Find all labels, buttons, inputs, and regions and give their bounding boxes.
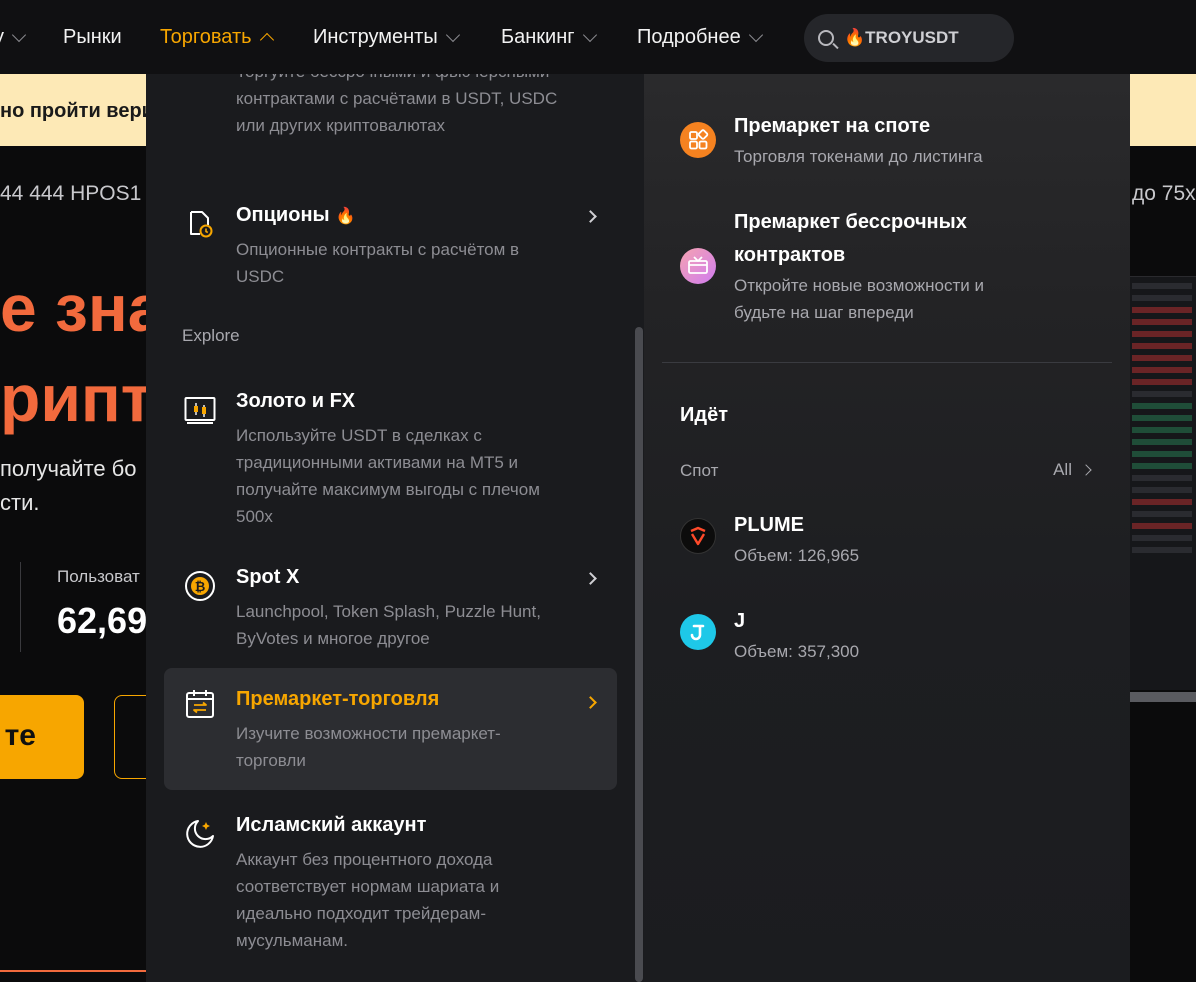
banner-text: но пройти вери	[0, 100, 154, 122]
plume-logo-icon	[680, 518, 716, 554]
gift-ticket-icon	[680, 248, 716, 284]
cta-primary-button[interactable]: те	[0, 695, 84, 779]
trade-dropdown-menu: Торгуйте бессрочными и фьючерсными контр…	[146, 0, 1130, 982]
menu-item-desc: Используйте USDT в сделках с традиционны…	[236, 426, 540, 526]
divider	[20, 562, 21, 652]
coin-name: PLUME	[734, 514, 804, 536]
coin-volume: Объем: 357,300	[734, 642, 860, 661]
menu-item-desc: Изучите возможности премаркет-торговли	[236, 724, 501, 770]
users-stat-label: Пользоват	[57, 567, 140, 586]
cta-label: те	[4, 719, 36, 752]
menu-item-title: Золото и FX	[236, 390, 356, 412]
all-link[interactable]: All	[1053, 460, 1092, 480]
nav-item-cut[interactable]: у	[0, 26, 27, 49]
crescent-moon-icon	[184, 818, 216, 850]
perp-premarket-desc-line2: будьте на шаг впереди	[734, 303, 914, 322]
menu-item-desc: Опционные контракты с расчётом в USDC	[236, 240, 520, 286]
menu-item-spot-x[interactable]: ₿ Spot X Launchpool, Token Splash, Puzzl…	[164, 552, 617, 662]
hero-subtitle-line1: получайте бо	[0, 456, 137, 481]
menu-item-title: Премаркет-торговля	[236, 688, 440, 710]
perp-premarket-title-line1: Премаркет бессрочных	[734, 211, 967, 233]
perp-premarket-desc-line1: Откройте новые возможности и	[734, 276, 984, 295]
fire-icon: 🔥	[335, 208, 356, 225]
spot-premarket-title: Премаркет на споте	[734, 115, 931, 137]
nav-item-label: Рынки	[63, 26, 122, 48]
grid-apps-icon	[680, 122, 716, 158]
dropdown-left-panel: Торгуйте бессрочными и фьючерсными контр…	[146, 74, 644, 982]
chevron-right-icon	[584, 210, 597, 223]
j-logo-icon	[680, 614, 716, 650]
chevron-right-icon	[584, 696, 597, 709]
ongoing-section-title: Идёт	[680, 404, 728, 426]
explore-section-label: Explore	[182, 326, 240, 345]
menu-item-gold-fx[interactable]: Золото и FX Используйте USDT в сделках с…	[164, 376, 617, 536]
spot-label: Спот	[680, 461, 719, 480]
svg-text:₿: ₿	[195, 580, 206, 595]
ticker-text: до 75х	[1132, 182, 1196, 205]
spot-premarket-desc: Торговля токенами до листинга	[734, 147, 983, 166]
options-title: Опционы	[236, 204, 330, 226]
perp-premarket-title-line2: контрактов	[734, 244, 846, 266]
all-link-label: All	[1053, 460, 1072, 479]
nav-item-label: у	[0, 26, 4, 49]
spot-premarket-link[interactable]: Премаркет на споте Торговля токенами до …	[680, 104, 1080, 174]
calendar-exchange-icon	[184, 688, 216, 720]
chevron-down-icon	[11, 27, 27, 42]
nav-item-markets[interactable]: Рынки	[63, 26, 122, 49]
chevron-right-icon	[584, 572, 597, 585]
coin-volume: Объем: 126,965	[734, 546, 860, 565]
dropdown-right-panel: Премаркет на споте Торговля токенами до …	[644, 74, 1130, 982]
chevron-right-icon	[1080, 464, 1092, 476]
trading-screenshot-image	[1128, 276, 1196, 702]
futures-desc: Торгуйте бессрочными и фьючерсными контр…	[236, 74, 558, 135]
divider	[0, 970, 146, 972]
menu-item-options[interactable]: Опционы 🔥 Опционные контракты с расчётом …	[164, 190, 617, 290]
hero-subtitle-line2: сти.	[0, 490, 40, 515]
options-clock-icon	[184, 208, 216, 240]
coin-name: J	[734, 610, 746, 632]
scrollbar-thumb[interactable]	[635, 327, 643, 982]
hero-title-line2: рипт	[0, 361, 154, 435]
menu-item-desc: Launchpool, Token Splash, Puzzle Hunt, B…	[236, 602, 541, 648]
bitcoin-icon: ₿	[184, 570, 216, 602]
ticker-text: 44 444 HPOS1	[0, 182, 142, 205]
menu-item-premarket[interactable]: Премаркет-торговля Изучите возможности п…	[164, 668, 617, 790]
menu-item-title: Опционы 🔥	[236, 204, 356, 227]
users-stat-value: 62,69	[57, 600, 148, 641]
divider	[662, 362, 1112, 363]
hero-title-line1: е зна	[0, 271, 165, 345]
menu-item-title: Spot X	[236, 566, 300, 588]
menu-item-desc: Аккаунт без процентного дохода соответст…	[236, 850, 500, 950]
menu-item-islamic[interactable]: Исламский аккаунт Аккаунт без процентног…	[164, 800, 617, 960]
perp-premarket-link[interactable]: Премаркет бессрочных контрактов Откройте…	[680, 206, 1080, 326]
menu-item-title: Исламский аккаунт	[236, 814, 427, 836]
candlestick-chart-icon	[184, 394, 216, 426]
